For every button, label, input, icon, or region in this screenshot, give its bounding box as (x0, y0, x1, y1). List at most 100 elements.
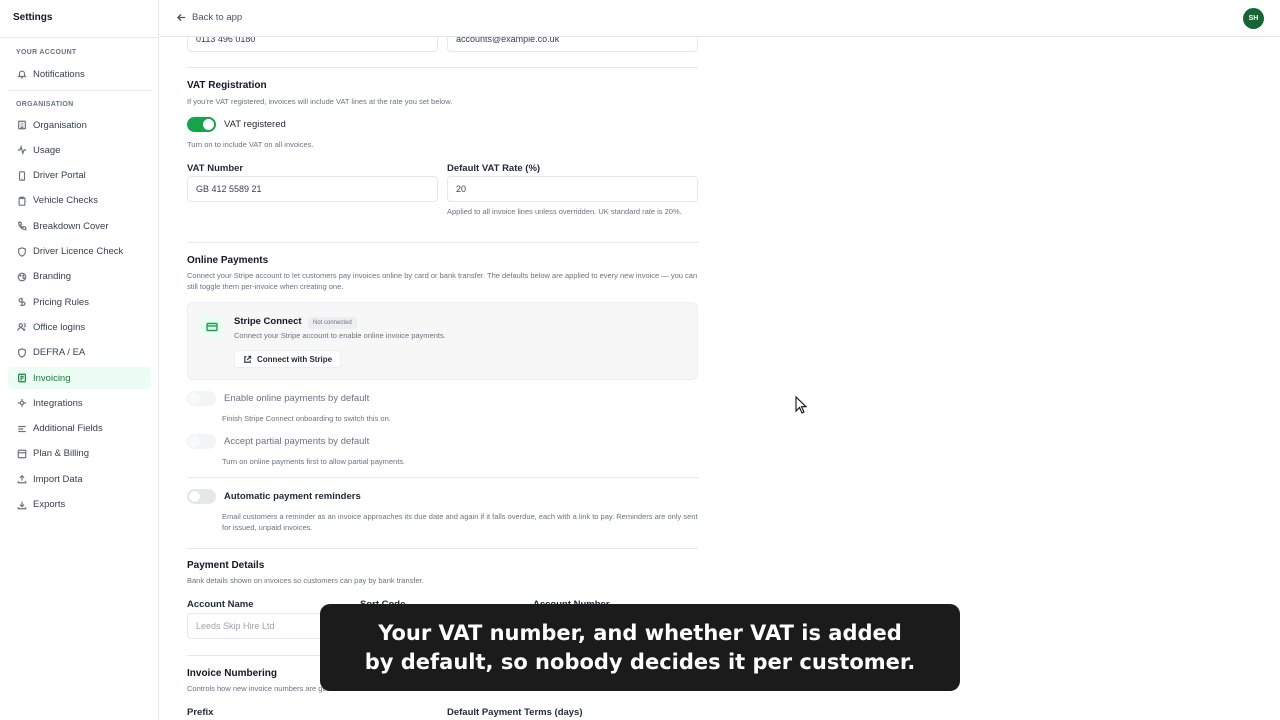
connect-with-stripe-button[interactable]: Connect with Stripe (234, 350, 342, 368)
upload-icon (16, 473, 28, 485)
sidebar-item-label: Integrations (33, 397, 83, 409)
sidebar-item-branding[interactable]: Branding (8, 266, 151, 288)
vat-description: If you're VAT registered, invoices will … (187, 97, 453, 106)
section-label-account: YOUR ACCOUNT (16, 49, 77, 56)
list-icon (16, 423, 28, 435)
sidebar-item-driver-portal[interactable]: Driver Portal (8, 165, 151, 187)
vat-toggle-help: Turn on to include VAT on all invoices. (187, 140, 314, 149)
sidebar-item-integrations[interactable]: Integrations (8, 392, 151, 414)
clipboard-icon (16, 195, 28, 207)
sidebar-item-import-data[interactable]: Import Data (8, 468, 151, 490)
mouse-cursor-icon (795, 396, 807, 414)
enable-online-payments-label: Enable online payments by default (224, 393, 370, 404)
online-payments-description: Connect your Stripe account to let custo… (187, 271, 698, 291)
tag-icon (16, 296, 28, 308)
toggle-knob (189, 491, 200, 502)
back-to-app-label: Back to app (192, 12, 243, 23)
sidebar-item-label: Notifications (33, 68, 85, 80)
sidebar-item-label: Usage (33, 144, 61, 156)
caption-line-1: Your VAT number, and whether VAT is adde… (378, 621, 902, 645)
sidebar-item-notifications[interactable]: Notifications (8, 63, 151, 85)
enable-online-payments-toggle[interactable] (187, 391, 216, 406)
prefix-label: Prefix (187, 707, 214, 718)
building-icon (16, 119, 28, 131)
activity-icon (16, 144, 28, 156)
payment-reminders-help: Email customers a reminder as an invoice… (222, 512, 698, 532)
vat-rate-label: Default VAT Rate (%) (447, 163, 541, 174)
shield-icon (16, 246, 28, 258)
palette-icon (16, 271, 28, 283)
payment-details-description: Bank details shown on invoices so custom… (187, 576, 424, 585)
sidebar-item-organisation[interactable]: Organisation (8, 114, 151, 136)
sidebar-title: Settings (13, 12, 53, 23)
sidebar-item-invoicing[interactable]: Invoicing (8, 367, 151, 389)
invoice-numbering-heading: Invoice Numbering (187, 668, 278, 679)
sidebar-item-label: Invoicing (33, 372, 71, 384)
payment-reminders-label: Automatic payment reminders (224, 491, 361, 502)
vat-heading: VAT Registration (187, 80, 267, 91)
sidebar-item-label: Branding (33, 271, 72, 283)
credit-card-icon (200, 315, 224, 339)
sidebar-item-label: Breakdown Cover (33, 220, 109, 232)
sidebar-header-divider (0, 37, 159, 38)
external-link-icon (244, 355, 252, 363)
sidebar-item-label: Import Data (33, 473, 83, 485)
partial-payments-help: Turn on online payments first to allow p… (222, 457, 406, 466)
user-avatar[interactable]: SH (1243, 8, 1264, 29)
sidebar-item-label: Driver Licence Check (33, 246, 124, 257)
sidebar-item-plan-billing[interactable]: Plan & Billing (8, 443, 151, 465)
vat-number-input[interactable]: GB 412 5589 21 (187, 176, 438, 202)
sidebar-item-label: Organisation (33, 119, 87, 131)
payment-reminders-toggle[interactable] (187, 489, 216, 504)
plug-icon (16, 397, 28, 409)
sidebar-item-label: Additional Fields (33, 423, 103, 435)
sidebar-item-label: Plan & Billing (33, 448, 89, 460)
section-divider (187, 67, 698, 68)
toggle-knob (203, 119, 214, 130)
bell-icon (16, 68, 28, 80)
account-name-label: Account Name (187, 599, 254, 610)
section-label-organisation: ORGANISATION (16, 101, 74, 108)
sidebar-item-usage[interactable]: Usage (8, 139, 151, 161)
sidebar-item-defra-ea[interactable]: DEFRA / EA (8, 342, 151, 364)
section-divider (187, 548, 698, 549)
sidebar-item-label: Pricing Rules (33, 296, 89, 308)
stripe-connect-card: Stripe Connect Not connected Connect you… (187, 302, 698, 380)
sidebar-item-vehicle-checks[interactable]: Vehicle Checks (8, 190, 151, 212)
back-to-app-link[interactable]: Back to app (177, 12, 242, 23)
phone-icon (16, 170, 28, 182)
section-divider (187, 477, 698, 478)
receipt-icon (16, 372, 28, 384)
vat-number-label: VAT Number (187, 163, 244, 174)
stripe-status-badge: Not connected (308, 317, 357, 329)
payment-terms-label: Default Payment Terms (days) (447, 707, 583, 718)
sidebar-item-driver-licence-check[interactable]: Driver Licence Check (8, 241, 151, 263)
sidebar-item-pricing-rules[interactable]: Pricing Rules (8, 291, 151, 313)
toggle-knob (189, 436, 200, 447)
video-caption: Your VAT number, and whether VAT is adde… (320, 604, 960, 691)
sidebar-item-breakdown-cover[interactable]: Breakdown Cover (8, 215, 151, 237)
online-payments-heading: Online Payments (187, 255, 269, 266)
caption-line-2: by default, so nobody decides it per cus… (364, 650, 916, 674)
phone-call-icon (16, 220, 28, 232)
sidebar-item-label: Exports (33, 499, 66, 510)
arrow-left-icon (177, 13, 186, 22)
partial-payments-toggle[interactable] (187, 434, 216, 449)
toggle-knob (189, 393, 200, 404)
vat-registered-toggle[interactable] (187, 117, 216, 132)
sidebar-item-exports[interactable]: Exports (8, 494, 151, 516)
vat-registered-label: VAT registered (224, 119, 286, 130)
shield-icon (16, 347, 28, 359)
card-icon (16, 448, 28, 460)
stripe-connect-title: Stripe Connect (234, 316, 302, 327)
top-bar: Back to app SH (160, 0, 1280, 37)
sidebar-item-additional-fields[interactable]: Additional Fields (8, 418, 151, 440)
connect-with-stripe-label: Connect with Stripe (257, 354, 333, 364)
vat-rate-input[interactable]: 20 (447, 176, 698, 202)
sidebar-item-office-logins[interactable]: Office logins (8, 316, 151, 338)
payment-details-heading: Payment Details (187, 560, 265, 571)
sidebar-item-label: DEFRA / EA (33, 347, 86, 359)
section-divider (187, 242, 698, 243)
partial-payments-label: Accept partial payments by default (224, 436, 370, 447)
download-icon (16, 499, 28, 511)
